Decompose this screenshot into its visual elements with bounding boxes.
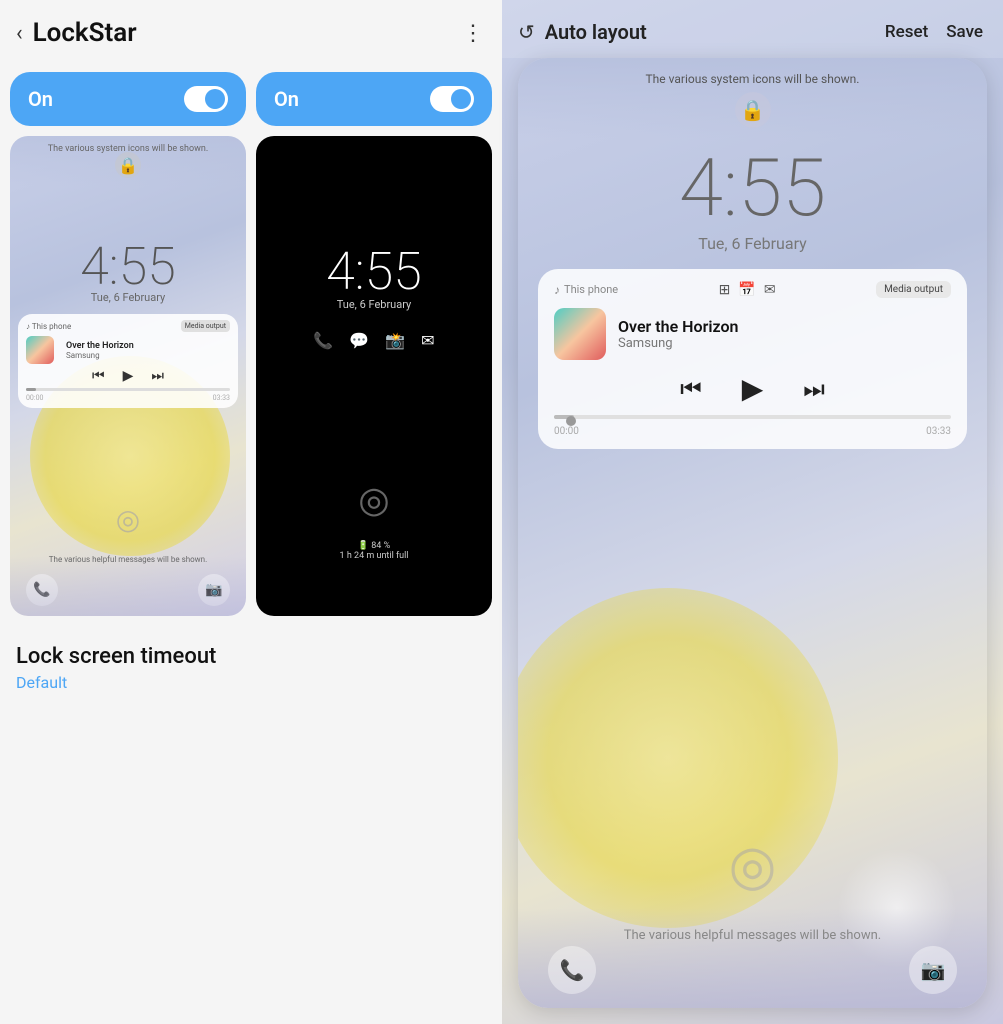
right-panel: ↺ Auto layout Reset Save The various sys… <box>502 0 1003 1024</box>
large-phone-icon: 📞 <box>548 946 596 994</box>
fingerprint-icon-light: ◎ <box>116 503 140 536</box>
right-header-actions: Reset Save <box>885 22 983 42</box>
page-title: LockStar <box>33 18 137 48</box>
large-camera-icon: 📷 <box>909 946 957 994</box>
large-lock-icon: 🔒 <box>735 92 771 128</box>
music-controls: ⏮ ▶ ⏭ <box>26 368 230 384</box>
large-yellow-circle <box>518 588 838 928</box>
lock-icon: 🔒 <box>115 152 141 178</box>
music-artist: Samsung <box>66 351 230 360</box>
large-music-card: ♪ This phone ⊞ 📅 ✉ Media output Over the… <box>538 269 967 449</box>
quick-icon-cam: 📸 <box>385 331 405 350</box>
save-button[interactable]: Save <box>946 22 983 42</box>
toggle-card-2[interactable]: On <box>256 72 492 126</box>
preview-time-dark: 4:55 <box>326 241 422 302</box>
large-music-main: Over the Horizon Samsung <box>554 308 951 360</box>
quick-icon-phone: 📞 <box>313 331 333 350</box>
music-card-light: ♪ This phone Media output Over the Horiz… <box>18 314 238 408</box>
large-time: 4:55 <box>518 148 987 228</box>
toggle-card-1[interactable]: On <box>10 72 246 126</box>
large-time-end: 03:33 <box>926 426 951 437</box>
progress-times: 00:00 03:33 <box>26 394 230 402</box>
large-progress-times: 00:00 03:33 <box>554 426 951 437</box>
time-start: 00:00 <box>26 394 43 402</box>
toggle-label-1: On <box>28 87 53 111</box>
preview-row: The various system icons will be shown. … <box>0 136 502 626</box>
large-lockscreen-preview: The various system icons will be shown. … <box>518 58 987 1008</box>
large-music-artist: Samsung <box>618 336 951 351</box>
large-progress-bar <box>554 415 951 419</box>
preview-time-light: 4:55 <box>80 236 176 297</box>
right-header: ↺ Auto layout Reset Save <box>502 0 1003 58</box>
icon-calendar: 📅 <box>738 282 755 298</box>
large-controls: ⏮ ▶ ⏭ <box>554 372 951 405</box>
progress-dot <box>566 416 576 426</box>
large-preview-content: The various system icons will be shown. … <box>518 58 987 449</box>
music-info: Over the Horizon Samsung <box>66 341 230 360</box>
music-note-icon: ♪ <box>554 283 560 297</box>
reset-button[interactable]: Reset <box>885 22 928 42</box>
fingerprint-icon-dark: ◎ <box>358 479 389 521</box>
music-cover <box>26 336 54 364</box>
media-output-badge: Media output <box>181 320 230 332</box>
more-options-button[interactable]: ⋮ <box>462 21 486 46</box>
progress-fill <box>26 388 36 391</box>
large-music-source: ♪ This phone <box>554 283 618 297</box>
toggle-label-2: On <box>274 87 299 111</box>
dark-quick-icons: 📞 💬 📸 ✉ <box>313 331 434 350</box>
music-source: ♪ This phone <box>26 322 71 331</box>
auto-layout-icon: ↺ <box>518 20 535 44</box>
icon-grid: ⊞ <box>719 282 731 298</box>
battery-pct: 🔋 84 % <box>340 541 409 551</box>
large-helpful-message: The various helpful messages will be sho… <box>518 928 987 943</box>
header-left: ‹ LockStar <box>16 18 137 48</box>
battery-time: 1 h 24 m until full <box>340 551 409 561</box>
right-header-left: ↺ Auto layout <box>518 20 647 44</box>
large-bottom-icons: 📞 📷 <box>518 946 987 994</box>
right-header-title: Auto layout <box>545 20 647 44</box>
quick-icon-msg: 💬 <box>349 331 369 350</box>
play-button[interactable]: ▶ <box>123 368 134 384</box>
progress-bar <box>26 388 230 391</box>
time-end: 03:33 <box>213 394 230 402</box>
battery-info: 🔋 84 % 1 h 24 m until full <box>340 541 409 561</box>
icon-mail-large: ✉ <box>764 282 776 298</box>
large-prev-button[interactable]: ⏮ <box>680 375 702 403</box>
large-music-cover <box>554 308 606 360</box>
prev-button[interactable]: ⏮ <box>92 368 105 384</box>
large-next-button[interactable]: ⏭ <box>803 375 825 403</box>
large-music-title: Over the Horizon <box>618 317 951 336</box>
large-fingerprint-icon: ◎ <box>729 833 777 898</box>
quick-icon-mail: ✉ <box>421 331 434 350</box>
light-lockscreen-preview[interactable]: The various system icons will be shown. … <box>10 136 246 616</box>
large-top-message: The various system icons will be shown. <box>518 58 987 92</box>
left-header: ‹ LockStar ⋮ <box>0 0 502 62</box>
wave-decoration-bottom <box>10 556 246 616</box>
large-date: Tue, 6 February <box>518 234 987 253</box>
dark-lockscreen-preview[interactable]: 4:55 Tue, 6 February 📞 💬 📸 ✉ ◎ 🔋 84 % 1 … <box>256 136 492 616</box>
toggle-switch-1[interactable] <box>184 86 228 112</box>
music-title: Over the Horizon <box>66 341 230 351</box>
preview-date-dark: Tue, 6 February <box>337 298 412 311</box>
large-music-info: Over the Horizon Samsung <box>618 317 951 351</box>
large-play-button[interactable]: ▶ <box>742 372 764 405</box>
large-media-output-badge: Media output <box>876 281 951 298</box>
timeout-title: Lock screen timeout <box>16 644 486 669</box>
left-panel: ‹ LockStar ⋮ On On The various system ic… <box>0 0 502 1024</box>
large-music-top: ♪ This phone ⊞ 📅 ✉ Media output <box>554 281 951 298</box>
timeout-value: Default <box>16 673 486 692</box>
large-time-start: 00:00 <box>554 426 579 437</box>
next-button[interactable]: ⏭ <box>151 368 164 384</box>
toggle-cards-row: On On <box>0 62 502 136</box>
back-button[interactable]: ‹ <box>16 21 23 46</box>
timeout-section[interactable]: Lock screen timeout Default <box>0 626 502 702</box>
large-music-source-label: This phone <box>564 283 618 296</box>
preview-date-light: Tue, 6 February <box>91 291 166 304</box>
toggle-switch-2[interactable] <box>430 86 474 112</box>
